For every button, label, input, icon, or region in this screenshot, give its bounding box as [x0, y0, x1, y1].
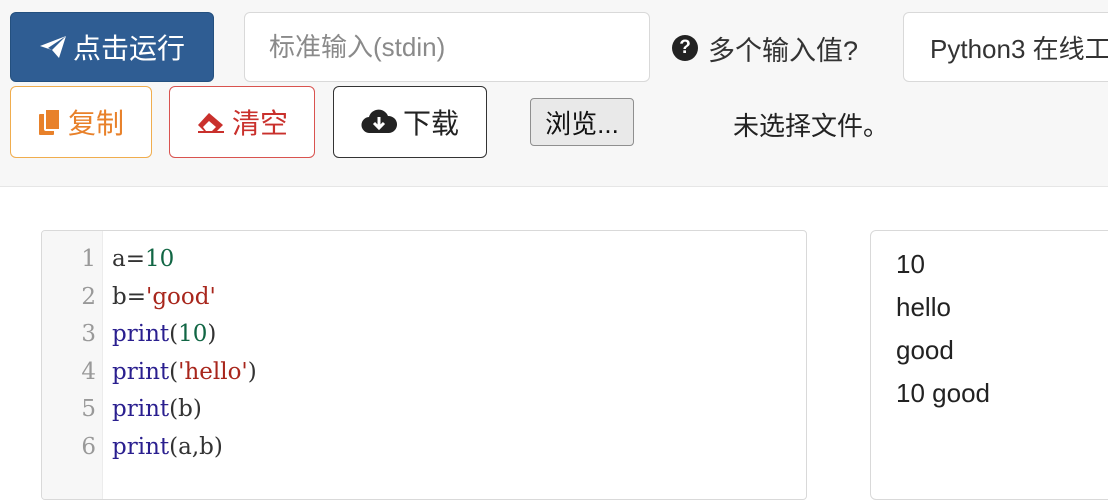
stdin-input[interactable]: [244, 12, 650, 82]
copy-icon: [38, 108, 62, 136]
code-line: 1 a=10: [42, 241, 174, 278]
browse-label: 浏览...: [545, 108, 619, 139]
browse-button[interactable]: 浏览...: [530, 98, 634, 146]
code-line: 5 print(b): [42, 391, 202, 428]
output-lines: 10 hello good 10 good: [896, 249, 1108, 421]
paper-plane-icon: [39, 35, 67, 59]
language-select-value: Python3 在线工具: [930, 33, 1108, 64]
line-number: 1: [81, 246, 96, 272]
output-line: good: [896, 335, 954, 365]
line-number: 5: [81, 396, 96, 422]
code-text: print(a,b): [112, 433, 223, 460]
eraser-icon: [196, 110, 226, 134]
code-line: 6 print(a,b): [42, 429, 223, 466]
toolbar: 点击运行 ? 多个输入值? Python3 在线工具 复制 清空 下载 浏览..…: [0, 0, 1108, 187]
copy-button[interactable]: 复制: [10, 86, 152, 158]
clear-label: 清空: [231, 108, 288, 139]
download-button[interactable]: 下载: [333, 86, 487, 158]
code-line: 2 b='good': [42, 279, 216, 316]
code-editor[interactable]: 1 a=10 2 b='good' 3 print(10) 4 print('hello') 5…: [41, 230, 807, 500]
multi-input-help-label: 多个输入值?: [708, 35, 859, 66]
cloud-download-icon: [361, 109, 397, 135]
output-line: hello: [896, 292, 951, 322]
download-label: 下载: [402, 108, 459, 139]
code-line: 3 print(10): [42, 316, 216, 353]
run-label: 点击运行: [72, 33, 185, 64]
run-button[interactable]: 点击运行: [10, 12, 214, 82]
line-number: 3: [81, 321, 96, 347]
output-panel: 10 hello good 10 good: [870, 230, 1108, 500]
line-number: 2: [81, 283, 96, 310]
code-text: print(b): [112, 396, 202, 422]
line-number: 6: [81, 433, 96, 460]
clear-button[interactable]: 清空: [169, 86, 315, 158]
file-status: 未选择文件。: [733, 111, 890, 141]
copy-label: 复制: [67, 108, 124, 139]
line-number: 4: [81, 358, 96, 385]
multi-input-help[interactable]: ? 多个输入值?: [672, 28, 858, 68]
code-line: 4 print('hello'): [42, 354, 257, 391]
output-line: 10 good: [896, 378, 990, 408]
output-line: 10: [896, 249, 925, 279]
question-circle-icon: ?: [672, 35, 698, 61]
code-text: print('hello'): [112, 358, 257, 385]
code-text: b='good': [112, 283, 216, 310]
language-select[interactable]: Python3 在线工具: [903, 12, 1108, 82]
code-text: a=10: [112, 246, 175, 272]
code-text: print(10): [112, 321, 217, 347]
